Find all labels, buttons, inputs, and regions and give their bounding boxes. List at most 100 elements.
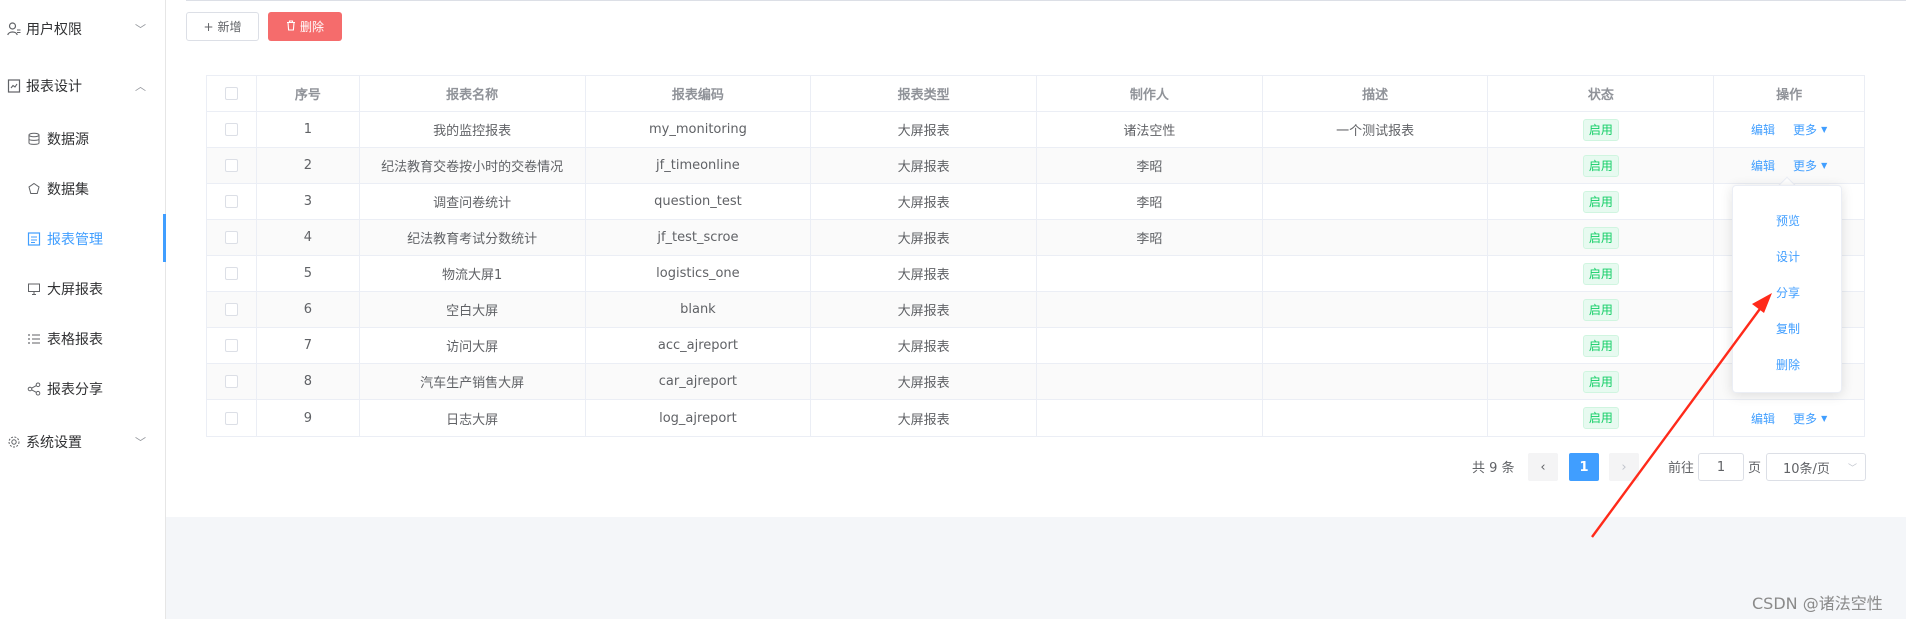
column-header: 报表类型 [811,76,1038,111]
caret-down-icon: ▼ [1821,125,1828,134]
sidebar-menu-report-design[interactable]: 报表设计 ︿ [0,61,166,111]
row-checkbox[interactable] [224,159,238,172]
dropdown-item-design[interactable]: 设计 [1733,238,1843,274]
page-number-button[interactable]: 1 [1569,453,1599,481]
dropdown-item-delete[interactable]: 删除 [1733,346,1843,382]
more-dropdown-button[interactable]: 更多 ▼ [1793,157,1827,174]
cell-name: 访问大屏 [360,328,586,363]
plus-icon: + [203,19,214,34]
sidebar-item-label: 报表管理 [47,232,103,248]
cell-desc [1263,400,1489,436]
sidebar: 用户权限 ﹀ 报表设计 ︿ 数据源 数据集 报表管理 大屏报表 表格报表 报表分… [0,0,166,619]
row-checkbox[interactable] [224,339,238,352]
row-checkbox[interactable] [224,231,238,244]
goto-suffix-label: 页 [1748,461,1762,476]
row-select-cell [207,400,257,436]
sidebar-menu-label: 报表设计 [26,79,82,95]
sidebar-item-table-report[interactable]: 表格报表 [0,314,166,364]
cell-author: 李昭 [1037,148,1263,183]
edit-button[interactable]: 编辑 [1751,121,1775,138]
cell-type: 大屏报表 [811,256,1038,291]
row-select-cell [207,364,257,399]
cell-desc [1263,292,1489,327]
row-select-cell [207,184,257,219]
cell-name: 纪法教育交卷按小时的交卷情况 [360,148,586,183]
prev-page-button[interactable]: ‹ [1528,453,1558,481]
status-badge: 启用 [1582,154,1619,177]
page-size-select[interactable]: 10条/页 ﹀ [1766,453,1866,481]
sidebar-item-label: 数据集 [47,182,89,198]
chevron-right-icon: › [1621,459,1627,475]
cell-type: 大屏报表 [811,400,1038,436]
dropdown-item-preview[interactable]: 预览 [1733,202,1843,238]
report-manage-icon [27,232,41,246]
row-checkbox[interactable] [224,411,238,425]
goto-prefix-label: 前往 [1668,461,1695,476]
cell-author [1037,328,1263,363]
dropdown-item-copy[interactable]: 复制 [1733,310,1843,346]
table-row: 9 日志大屏 log_ajreport 大屏报表 启用 编辑 更多 ▼ [207,400,1864,436]
next-page-button[interactable]: › [1609,453,1639,481]
table-row: 8 汽车生产销售大屏 car_ajreport 大屏报表 启用 [207,364,1864,400]
table-row: 6 空白大屏 blank 大屏报表 启用 [207,292,1864,328]
table-body: 1 我的监控报表 my_monitoring 大屏报表 诸法空性 一个测试报表 启用 编辑 更多… [207,112,1864,436]
select-all-checkbox[interactable] [224,87,238,100]
sidebar-menu-label: 用户权限 [26,22,82,38]
pagination-total: 共 9 条 [1472,461,1515,476]
row-checkbox[interactable] [224,267,238,280]
monitor-icon [27,282,41,296]
cell-status: 启用 [1488,328,1715,363]
more-dropdown-menu: 预览 设计 分享 复制 删除 [1732,185,1842,393]
cell-no: 6 [257,292,360,327]
cell-name: 调查问卷统计 [360,184,586,219]
cell-status: 启用 [1488,184,1715,219]
cell-code: log_ajreport [586,400,812,436]
sidebar-item-report-share[interactable]: 报表分享 [0,364,166,414]
cell-type: 大屏报表 [811,184,1038,219]
row-checkbox[interactable] [224,123,238,136]
row-checkbox[interactable] [224,375,238,388]
cell-desc [1263,220,1489,255]
cell-type: 大屏报表 [811,112,1038,147]
sidebar-menu-system-settings[interactable]: 系统设置 ﹀ [0,417,166,467]
cell-desc: 一个测试报表 [1263,112,1489,147]
cell-status: 启用 [1488,400,1715,436]
row-checkbox[interactable] [224,195,238,208]
chevron-up-icon: ︿ [135,80,146,93]
table-row: 3 调查问卷统计 question_test 大屏报表 李昭 启用 [207,184,1864,220]
status-badge: 启用 [1582,298,1619,321]
column-header: 状态 [1488,76,1715,111]
cell-no: 2 [257,148,360,183]
more-dropdown-button[interactable]: 更多 ▼ [1793,121,1827,138]
cell-name: 汽车生产销售大屏 [360,364,586,399]
table-row: 2 纪法教育交卷按小时的交卷情况 jf_timeonline 大屏报表 李昭 启用 编辑 更多… [207,148,1864,184]
add-button[interactable]: + 新增 [186,12,259,41]
status-badge: 启用 [1582,334,1619,357]
row-select-cell [207,148,257,183]
cell-code: my_monitoring [586,112,812,147]
goto-page-input[interactable] [1698,453,1744,481]
more-dropdown-button[interactable]: 更多 ▼ [1793,410,1827,427]
sidebar-item-screen-report[interactable]: 大屏报表 [0,264,166,314]
column-header: 报表编码 [586,76,812,111]
cell-name: 日志大屏 [360,400,586,436]
user-icon [6,21,22,37]
page-size-value: 10条/页 [1783,461,1830,477]
delete-button[interactable]: 删除 [268,12,342,41]
more-label: 更多 [1793,411,1818,426]
edit-button[interactable]: 编辑 [1751,157,1775,174]
sidebar-menu-label: 系统设置 [26,435,82,451]
edit-button[interactable]: 编辑 [1751,410,1775,427]
sidebar-item-report-manage[interactable]: 报表管理 [0,214,166,264]
select-all-cell [207,76,257,111]
sidebar-item-datasource[interactable]: 数据源 [0,114,166,164]
cell-no: 3 [257,184,360,219]
cell-author [1037,256,1263,291]
sidebar-item-dataset[interactable]: 数据集 [0,164,166,214]
table-row: 7 访问大屏 acc_ajreport 大屏报表 启用 [207,328,1864,364]
row-select-cell [207,112,257,147]
dropdown-item-share[interactable]: 分享 [1733,274,1843,310]
sidebar-item-label: 数据源 [47,132,89,148]
row-checkbox[interactable] [224,303,238,316]
sidebar-menu-user-permission[interactable]: 用户权限 ﹀ [0,4,166,54]
